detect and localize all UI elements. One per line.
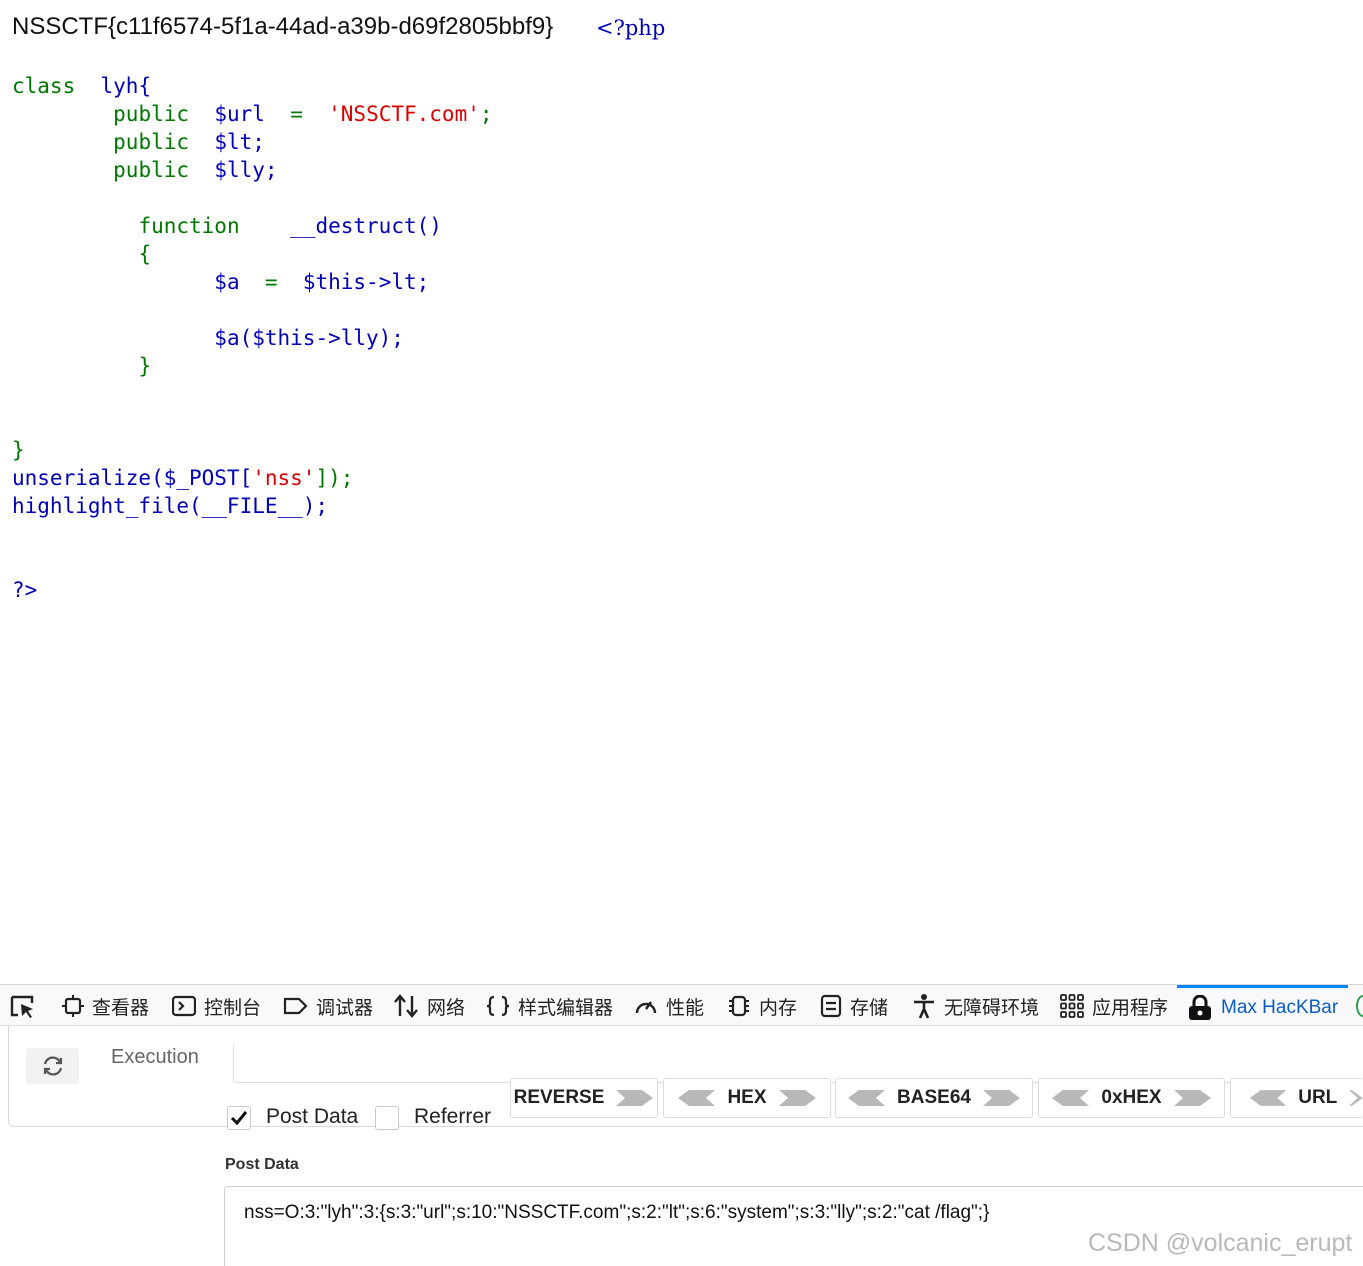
application-icon (1060, 994, 1084, 1018)
code-line-lly: public $lly; (113, 158, 278, 182)
inspector-icon (62, 995, 84, 1017)
devtools-tab-bar: 查看器 控制台 调试器 网络 样式编辑器 性能 内存 存储 无障碍环境 应用程序… (0, 984, 1363, 1026)
post-data-checkbox-label[interactable]: Post Data (266, 1105, 358, 1129)
code-line-highlight: highlight_file(__FILE__); (12, 494, 329, 518)
accessibility-icon (914, 994, 934, 1019)
tab-application[interactable]: 应用程序 (1060, 985, 1168, 1027)
code-line-lt: public $lt; (113, 130, 265, 154)
post-data-checkbox[interactable] (227, 1106, 251, 1130)
chevron-left-icon (848, 1090, 886, 1106)
tab-network[interactable]: 网络 (393, 985, 465, 1027)
tab-memory[interactable]: 内存 (727, 985, 797, 1027)
hackbar-lock-icon (1189, 994, 1211, 1020)
tab-network-label: 网络 (427, 997, 466, 1019)
url-button[interactable]: URL (1230, 1078, 1363, 1118)
tab-max-hackbar-label: Max HacKBar (1221, 996, 1339, 1018)
debugger-icon (283, 997, 308, 1015)
code-line-brace-open: { (138, 242, 152, 266)
storage-icon (820, 994, 842, 1018)
referrer-checkbox-label[interactable]: Referrer (414, 1105, 491, 1129)
chevron-right-icon (1349, 1090, 1363, 1106)
chevron-left-icon (1249, 1090, 1287, 1106)
code-line-class: class lyh{ (12, 74, 152, 98)
tab-style-editor[interactable]: 样式编辑器 (486, 985, 613, 1027)
refresh-icon (43, 1056, 62, 1076)
page-content: NSSCTF{c11f6574-5f1a-44ad-a39b-d69f2805b… (0, 0, 1363, 984)
tab-console[interactable]: 控制台 (172, 985, 261, 1027)
tab-console-label: 控制台 (204, 997, 262, 1019)
tab-max-hackbar[interactable]: Max HacKBar (1177, 985, 1349, 1027)
base64-button[interactable]: BASE64 (835, 1078, 1033, 1118)
tab-performance[interactable]: 性能 (634, 985, 704, 1027)
devtools-panel: Execution Post Data Referrer REVERSE HEX… (0, 984, 1363, 1266)
code-line-unserialize: unserialize($_POST['nss']); (12, 466, 354, 490)
hex-button[interactable]: HEX (663, 1078, 831, 1118)
performance-icon (635, 1001, 657, 1014)
flag-text: NSSCTF{c11f6574-5f1a-44ad-a39b-d69f2805b… (12, 13, 554, 40)
tab-inspector-label: 查看器 (92, 997, 150, 1019)
chevron-right-icon (982, 1090, 1020, 1106)
tab-memory-label: 内存 (759, 997, 798, 1019)
style-editor-icon (486, 995, 510, 1017)
chevron-left-icon (678, 1090, 716, 1106)
tab-performance-label: 性能 (666, 997, 705, 1019)
tab-accessibility[interactable]: 无障碍环境 (912, 985, 1039, 1027)
0xhex-button[interactable]: 0xHEX (1038, 1078, 1225, 1118)
code-line-function: function __destruct() (138, 214, 442, 238)
code-line-assign: $a = $this->lt; (214, 270, 430, 294)
network-icon (394, 994, 418, 1018)
execution-label: Execution (111, 1046, 199, 1068)
tab-application-label: 应用程序 (1092, 997, 1169, 1019)
csdn-watermark: CSDN @volcanic_erupt (1088, 1229, 1353, 1257)
tab-storage[interactable]: 存储 (820, 985, 888, 1027)
post-data-value[interactable]: nss=O:3:"lyh":3:{s:3:"url";s:10:"NSSCTF.… (244, 1202, 989, 1224)
code-line-url: public $url = 'NSSCTF.com'; (113, 102, 493, 126)
0xhex-button-label: 0xHEX (1101, 1087, 1162, 1108)
code-line-call: $a($this->lly); (214, 326, 404, 350)
tab-style-editor-label: 样式编辑器 (518, 997, 614, 1019)
memory-icon (729, 995, 749, 1017)
console-icon (172, 995, 196, 1017)
tab-inspector[interactable]: 查看器 (62, 985, 149, 1027)
code-line-php-close: ?> (12, 578, 38, 602)
chevron-left-icon (1052, 1090, 1090, 1106)
php-open-tag: <?php (596, 16, 666, 40)
reverse-button-label: REVERSE (513, 1087, 605, 1108)
code-line-brace-close: } (138, 354, 152, 378)
tab-accessibility-label: 无障碍环境 (944, 997, 1040, 1019)
hex-button-label: HEX (727, 1087, 767, 1108)
referrer-checkbox[interactable] (375, 1106, 399, 1130)
code-line-class-close: } (12, 438, 25, 462)
overflow-tab-icon[interactable] (1356, 995, 1363, 1017)
element-picker-icon[interactable] (10, 995, 36, 1019)
reverse-button[interactable]: REVERSE (510, 1078, 658, 1118)
chevron-right-icon (778, 1090, 816, 1106)
execution-button[interactable] (26, 1048, 79, 1084)
chevron-right-icon (1173, 1090, 1211, 1106)
chevron-right-icon (616, 1090, 654, 1106)
tab-debugger[interactable]: 调试器 (283, 985, 373, 1027)
post-data-title: Post Data (225, 1156, 299, 1173)
url-button-label: URL (1298, 1087, 1338, 1108)
tab-debugger-label: 调试器 (316, 997, 374, 1019)
checkmark-icon (230, 1111, 248, 1126)
base64-button-label: BASE64 (897, 1087, 971, 1108)
tab-storage-label: 存储 (850, 997, 889, 1019)
